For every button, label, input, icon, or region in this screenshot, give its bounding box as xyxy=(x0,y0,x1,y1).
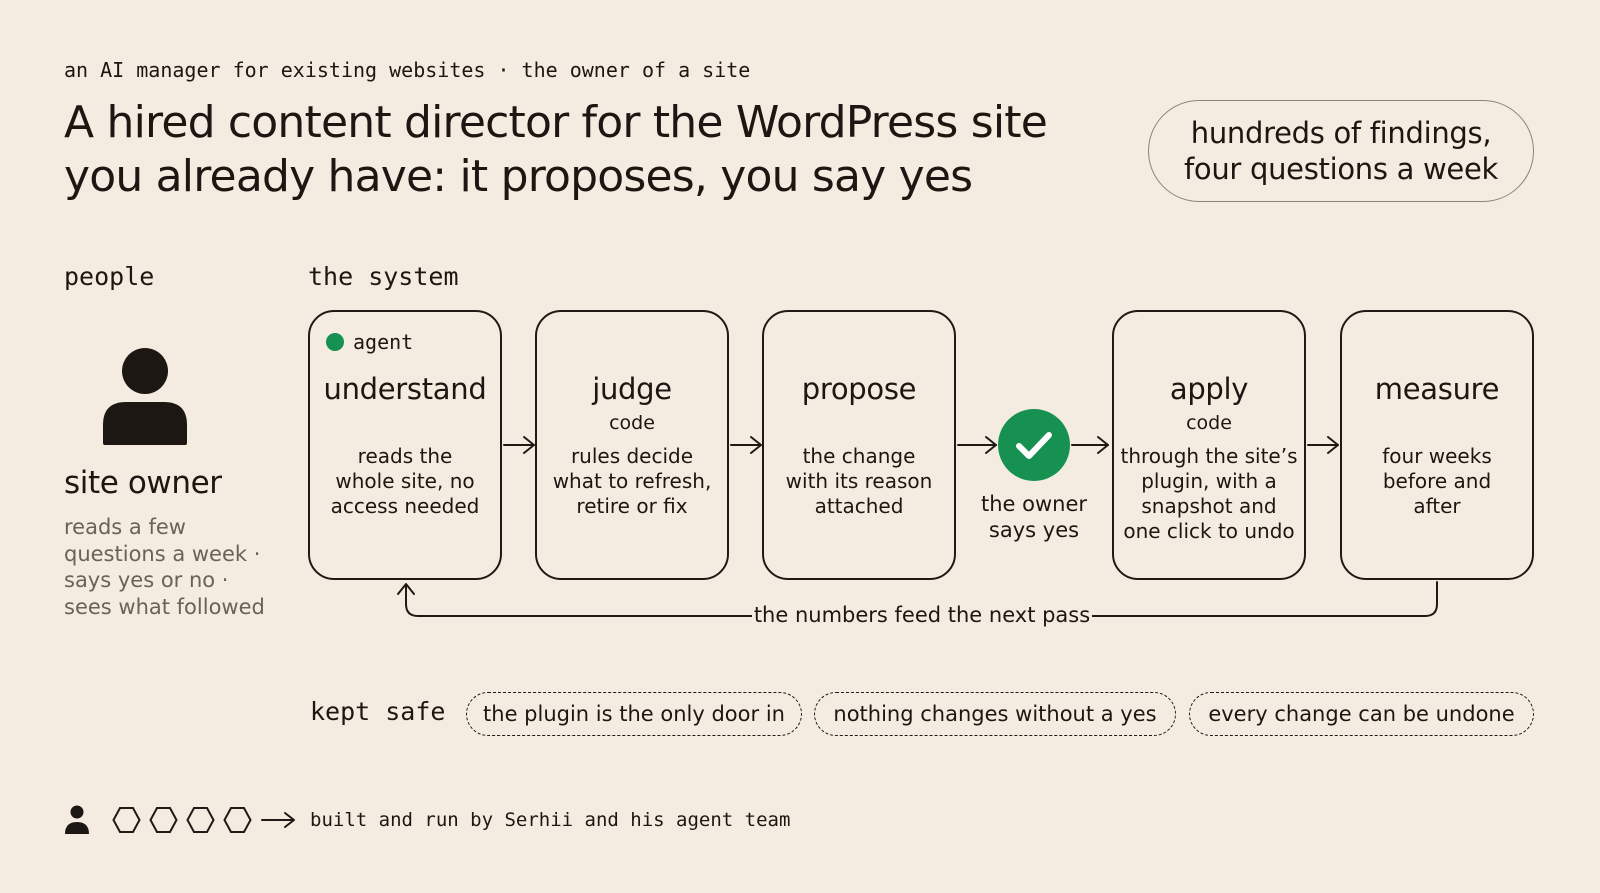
step-description-line: rules decide xyxy=(570,444,694,468)
site-owner-description-line: says yes or no · xyxy=(64,568,229,592)
step-description-line: whole site, no xyxy=(335,469,475,493)
step-subtitle: code xyxy=(609,412,655,434)
step-apply: apply code through the site’s plugin, wi… xyxy=(1112,310,1306,580)
people-section-label: people xyxy=(64,262,155,291)
site-owner-name: site owner xyxy=(64,465,222,501)
page-title-line-2: you already have: it proposes, you say y… xyxy=(64,151,973,202)
feedback-loop-label: the numbers feed the next pass xyxy=(752,602,1092,628)
hexagon-agent-icon-4 xyxy=(223,807,252,833)
hexagon-agent-icon-3 xyxy=(186,807,215,833)
footer-arrow-icon xyxy=(261,812,295,828)
summary-pill-line-1: hundreds of findings, xyxy=(1190,116,1492,150)
eyebrow-subtitle: an AI manager for existing websites · th… xyxy=(64,58,751,82)
step-understand: agent understand reads the whole site, n… xyxy=(308,310,502,580)
step-measure: measure four weeks before and after xyxy=(1340,310,1534,580)
step-description-line: access needed xyxy=(330,494,480,518)
step-description-line: what to refresh, xyxy=(552,469,712,493)
agent-status-dot-icon xyxy=(326,333,344,351)
step-description: reads the whole site, no access needed xyxy=(310,444,500,519)
step-title: propose xyxy=(801,372,917,406)
step-propose: propose the change with its reason attac… xyxy=(762,310,956,580)
step-subtitle: code xyxy=(1186,412,1232,434)
page-title: A hired content director for the WordPre… xyxy=(64,96,1048,204)
step-description-line: plugin, with a xyxy=(1141,469,1277,493)
step-description: the change with its reason attached xyxy=(764,444,954,519)
step-title: apply xyxy=(1169,372,1249,406)
step-title: understand xyxy=(323,372,487,406)
step-judge: judge code rules decide what to refresh,… xyxy=(535,310,729,580)
step-description: through the site’s plugin, with a snapsh… xyxy=(1114,444,1304,544)
step-description-line: retire or fix xyxy=(576,494,688,518)
step-description: rules decide what to refresh, retire or … xyxy=(537,444,727,519)
safety-chip-approval: nothing changes without a yes xyxy=(814,692,1176,736)
step-title: judge xyxy=(592,372,672,406)
step-title: measure xyxy=(1374,372,1500,406)
site-owner-description: reads a few questions a week · says yes … xyxy=(64,514,294,620)
page-title-line-1: A hired content director for the WordPre… xyxy=(64,97,1048,148)
step-description-line: reads the xyxy=(357,444,453,468)
step-description-line: with its reason xyxy=(785,469,933,493)
agent-tag-label: agent xyxy=(353,330,414,354)
step-description-line: one click to undo xyxy=(1123,519,1295,543)
system-section-label: the system xyxy=(308,262,459,291)
footer-person-icon xyxy=(65,805,89,834)
site-owner-description-line: questions a week · xyxy=(64,541,261,566)
safety-chip-plugin: the plugin is the only door in xyxy=(466,692,802,736)
safety-section-label: kept safe xyxy=(310,697,446,726)
step-description-line: four weeks xyxy=(1382,444,1492,468)
approval-check-icon xyxy=(998,409,1070,481)
approval-label: the owner says yes xyxy=(958,491,1110,543)
step-description-line: snapshot and xyxy=(1141,494,1277,518)
arrow-judge-to-propose xyxy=(730,436,762,454)
step-description-line: before and xyxy=(1382,469,1492,493)
step-description-line: through the site’s xyxy=(1120,444,1298,468)
hexagon-agent-icon-2 xyxy=(149,807,178,833)
arrow-apply-to-measure xyxy=(1307,436,1339,454)
hexagon-agent-icon-1 xyxy=(112,807,141,833)
summary-pill-line-2: four questions a week xyxy=(1184,152,1498,186)
approval-label-line: the owner xyxy=(980,492,1088,516)
approval-label-line: says yes xyxy=(988,518,1080,542)
footer-credit: built and run by Serhii and his agent te… xyxy=(310,809,791,831)
site-owner-description-line: reads a few xyxy=(64,515,186,539)
step-description-line: attached xyxy=(814,494,904,518)
agent-tag: agent xyxy=(326,330,413,354)
arrow-propose-to-approval xyxy=(957,436,997,454)
site-owner-description-line: sees what followed xyxy=(64,594,265,619)
summary-pill: hundreds of findings, four questions a w… xyxy=(1148,100,1534,202)
step-description-line: after xyxy=(1413,494,1461,518)
step-description: four weeks before and after xyxy=(1342,444,1532,519)
safety-chip-undo: every change can be undone xyxy=(1189,692,1534,736)
arrow-approval-to-apply xyxy=(1071,436,1109,454)
site-owner-person-icon xyxy=(103,348,187,445)
step-description-line: the change xyxy=(802,444,916,468)
arrow-understand-to-judge xyxy=(503,436,535,454)
